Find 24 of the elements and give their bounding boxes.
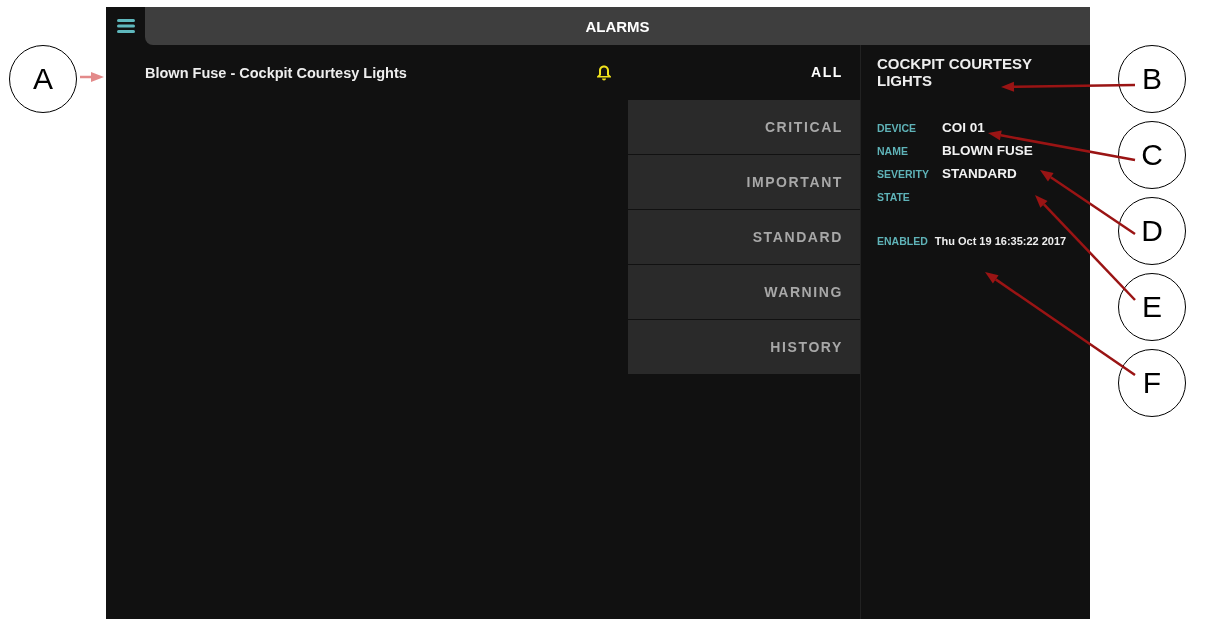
field-value: BLOWN FUSE [942,142,1034,159]
callout-arrow [80,72,104,82]
filter-tab[interactable]: CRITICAL [628,100,860,154]
field-label: STATE [877,190,911,203]
filter-tab[interactable]: STANDARD [628,210,860,264]
field-label: SEVERITY [877,167,930,180]
filter-tab[interactable]: HISTORY [628,320,860,374]
detail-title: COCKPIT COURTESY LIGHTS [877,55,1033,89]
callout-label: D [1118,197,1186,265]
field-label: NAME [877,144,909,157]
callout-label: F [1118,349,1186,417]
callout-label: A [9,45,77,113]
callout-label: C [1118,121,1186,189]
page-title: ALARMS [585,17,650,35]
field-label: DEVICE [877,121,918,134]
filter-tab[interactable]: IMPORTANT [628,155,860,209]
field-value: STANDARD [942,165,1018,182]
field-value: COI 01 [942,119,986,136]
callout-label: E [1118,273,1186,341]
field-value: Thu Oct 19 16:35:22 2017 [934,235,1067,247]
filter-tab[interactable]: WARNING [628,265,860,319]
field-label: ENABLED [877,235,928,247]
alarm-title[interactable]: Blown Fuse - Cockpit Courtesy Lights [145,64,407,81]
callout-label: B [1118,45,1186,113]
